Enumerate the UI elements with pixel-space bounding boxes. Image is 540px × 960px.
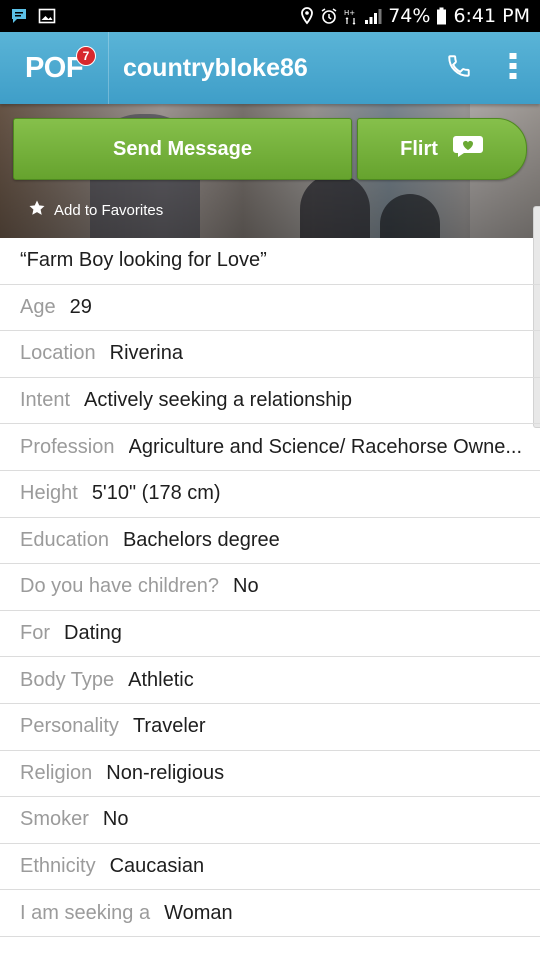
detail-row-ethnicity: Ethnicity Caucasian [0,844,540,891]
detail-value: Caucasian [109,855,205,878]
detail-row-smoker: Smoker No [0,797,540,844]
detail-value: Riverina [109,342,183,365]
detail-value: Woman [164,901,233,924]
alarm-icon [320,7,338,25]
svg-text:H+: H+ [344,9,355,17]
profile-headline: “Farm Boy looking for Love” [20,249,267,272]
profile-headline-row: “Farm Boy looking for Love” [0,238,540,285]
battery-icon [436,7,447,25]
image-icon [38,7,56,25]
detail-row-for: For Dating [0,611,540,658]
detail-row-profession: Profession Agriculture and Science/ Raceh… [0,424,540,471]
detail-value: Agriculture and Science/ Racehorse Owne.… [128,435,523,458]
status-bar: H+ 74% 6:41 PM [0,0,540,32]
detail-value: Non-religious [106,761,225,784]
detail-label: I am seeking a [20,901,151,924]
add-to-favorites-button[interactable]: Add to Favorites [28,200,163,220]
detail-label: Education [20,528,109,551]
flirt-label: Flirt [400,137,438,160]
signal-icon [364,7,382,25]
detail-value: Dating [64,622,122,645]
detail-value: Actively seeking a relationship [84,389,352,412]
battery-percent: 74% [388,5,431,27]
call-button[interactable] [432,32,486,104]
send-message-button[interactable]: Send Message [13,118,352,180]
detail-label: Age [20,295,56,318]
pof-logo: POF [24,51,84,84]
detail-label: Personality [20,715,119,738]
clock: 6:41 PM [453,5,530,27]
detail-value: No [233,575,259,598]
detail-label: Religion [20,761,93,784]
phone-icon [446,53,472,84]
detail-label: Ethnicity [20,855,96,878]
location-icon [300,7,314,25]
send-message-label: Send Message [113,137,252,160]
detail-row-body-type: Body Type Athletic [0,657,540,704]
detail-row-personality: Personality Traveler [0,704,540,751]
detail-value: Athletic [128,668,194,691]
detail-value: 5'10" (178 cm) [91,482,221,505]
detail-value: 29 [69,295,92,318]
pof-home-button[interactable]: POF 7 [0,32,109,104]
flirt-heart-icon [452,134,484,164]
detail-label: Smoker [20,808,89,831]
add-to-favorites-label: Add to Favorites [54,201,164,219]
flirt-button[interactable]: Flirt [357,118,527,180]
detail-label: Profession [20,435,115,458]
app-header: POF 7 countrybloke86 [0,32,540,104]
notification-badge: 7 [76,46,96,66]
profile-details-list: “Farm Boy looking for Love” Age 29 Locati… [0,238,540,937]
message-icon [10,7,28,25]
detail-label: Location [20,342,96,365]
detail-label: Do you have children? [20,575,220,598]
detail-row-age: Age 29 [0,285,540,332]
detail-row-religion: Religion Non-religious [0,751,540,798]
detail-row-children: Do you have children? No [0,564,540,611]
detail-row-location: Location Riverina [0,331,540,378]
detail-label: Body Type [20,668,115,691]
detail-row-education: Education Bachelors degree [0,518,540,565]
detail-label: Height [20,482,78,505]
more-options-button[interactable] [486,32,540,104]
network-icon: H+ [344,7,358,25]
star-icon [28,199,46,221]
detail-value: Bachelors degree [122,528,280,551]
detail-label: For [20,622,50,645]
detail-label: Intent [20,389,71,412]
detail-value: Traveler [132,715,206,738]
detail-row-height: Height 5'10" (178 cm) [0,471,540,518]
detail-row-intent: Intent Actively seeking a relationship [0,378,540,425]
detail-row-seeking: I am seeking a Woman [0,890,540,937]
detail-value: No [102,808,129,831]
more-vert-icon [508,52,518,85]
profile-username: countrybloke86 [123,53,308,82]
